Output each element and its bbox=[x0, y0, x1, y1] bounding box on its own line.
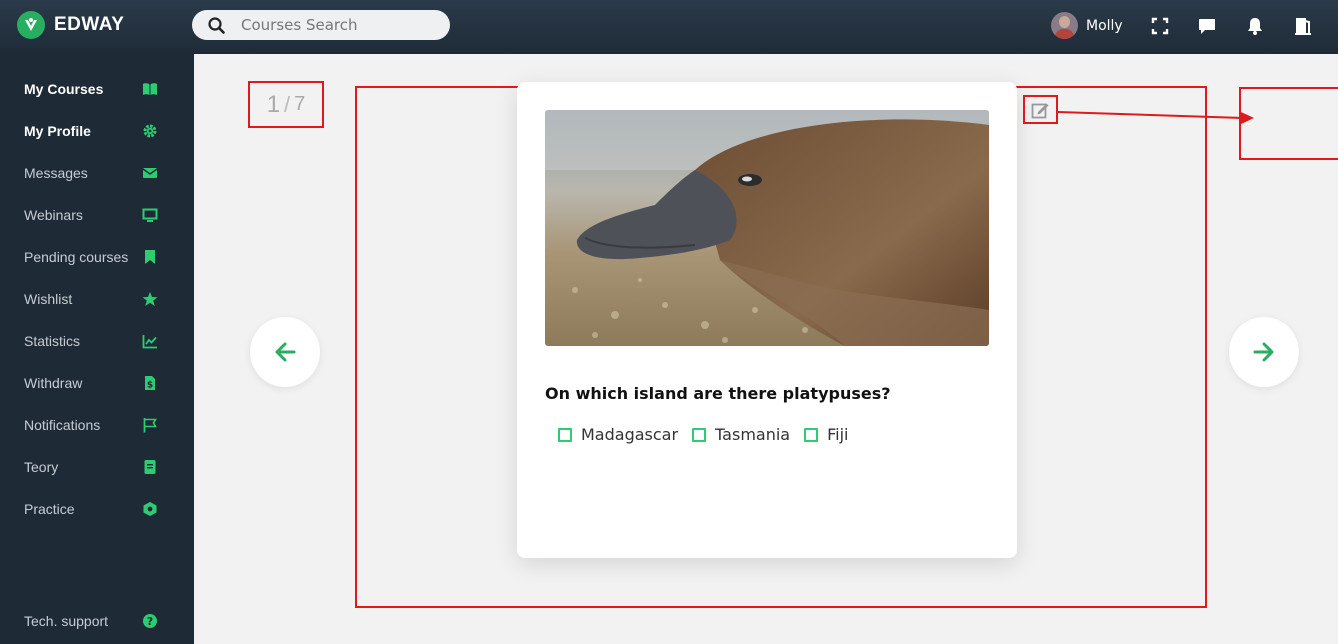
arrow-left-icon bbox=[275, 342, 296, 362]
annotation-arrow bbox=[1057, 111, 1254, 124]
previous-question-button[interactable] bbox=[250, 317, 320, 387]
annotation-target-box bbox=[1239, 87, 1338, 160]
next-question-button[interactable] bbox=[1229, 317, 1299, 387]
arrow-right-icon bbox=[1253, 342, 1274, 362]
